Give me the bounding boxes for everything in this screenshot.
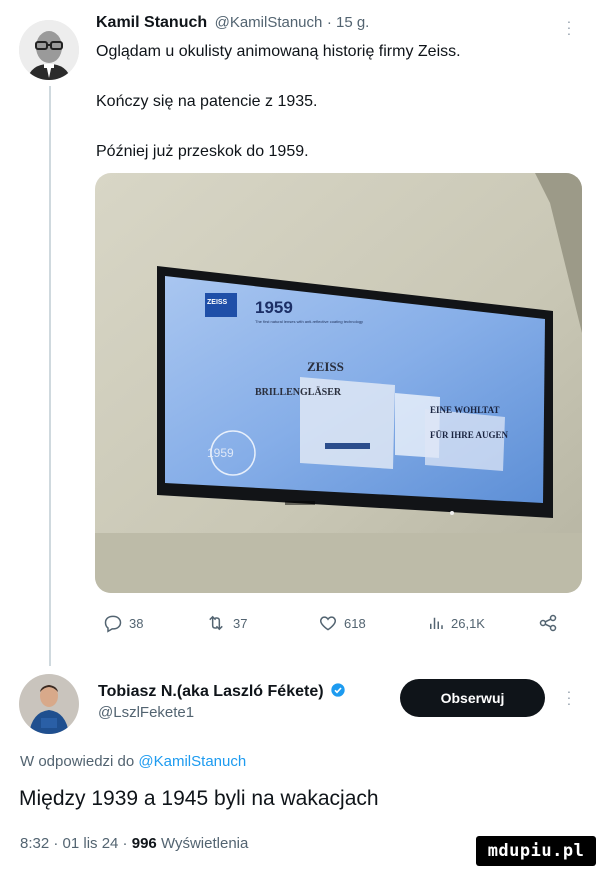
more-options-icon[interactable]: · · · [563, 14, 575, 40]
tweet-line-3: Później już przeskok do 1959. [96, 143, 309, 160]
tweet-photo[interactable]: ZEISS 1959 The first natural lenses with… [95, 173, 582, 593]
follow-button[interactable]: Obserwuj [400, 679, 545, 717]
reply-author-handle[interactable]: @LszlFekete1 [98, 704, 194, 721]
views-count: 26,1K [451, 615, 485, 631]
watermark-text: mdupiu.pl [487, 841, 585, 861]
retweet-action[interactable]: 37 [205, 613, 247, 633]
author-handle[interactable]: @KamilStanuch [215, 14, 323, 31]
tweet-header: Kamil Stanuch @KamilStanuch · 15 g. [96, 14, 536, 32]
tv-poster-text-4: FÜR IHRE AUGEN [430, 430, 509, 440]
tv-year: 1959 [255, 298, 293, 317]
share-icon [539, 614, 557, 632]
reply-meta-views-count: 996 [131, 835, 157, 852]
reply-author-name[interactable]: Tobiasz N.(aka Laszló Fékete) [98, 683, 324, 700]
reply-to-handle[interactable]: @KamilStanuch [138, 753, 246, 770]
reply-header: Tobiasz N.(aka Laszló Fékete) [98, 682, 346, 701]
reply-to-prefix: W odpowiedzi do [20, 753, 135, 770]
thread-line [49, 86, 51, 666]
like-action[interactable]: 618 [318, 613, 366, 633]
reply-more-options-icon[interactable]: · · · [563, 684, 575, 710]
retweet-icon [209, 615, 223, 631]
reply-meta-views-label: Wyświetlenia [160, 835, 249, 852]
tweet-line-1: Oglądam u okulisty animowaną historię fi… [96, 43, 461, 60]
reply-action[interactable]: 38 [103, 613, 143, 633]
reply-author-avatar[interactable] [19, 674, 79, 734]
reply-count: 38 [129, 615, 144, 631]
author-name[interactable]: Kamil Stanuch [96, 14, 207, 31]
views-action[interactable]: 26,1K [427, 613, 485, 633]
tv-bottom-year: 1959 [207, 446, 234, 460]
like-count: 618 [344, 615, 366, 631]
retweet-count: 37 [233, 615, 248, 631]
avatar-portrait-icon [19, 20, 79, 80]
tv-logo: ZEISS [207, 299, 228, 306]
views-chart-icon [430, 617, 443, 629]
heart-icon [319, 616, 337, 631]
watermark-logo: mdupiu.pl [476, 836, 596, 866]
reply-meta: 8:32 · 01 lis 24 · 996 Wyświetlenia [20, 835, 248, 852]
verified-badge-icon [331, 683, 345, 697]
tv-poster-text-3: EINE WOHLTAT [430, 405, 499, 415]
reply-to-line: W odpowiedzi do @KamilStanuch [20, 753, 246, 770]
reply-avatar-portrait-icon [19, 674, 79, 734]
tv-subtitle: The first natural lenses with anti-refle… [255, 319, 363, 324]
tv-poster-text-2: BRILLENGLÄSER [255, 385, 342, 398]
tweet-time[interactable]: · 15 g. [327, 14, 370, 31]
tweet-line-2: Kończy się na patencie z 1935. [96, 93, 318, 110]
tv-poster-text-1: ZEISS [307, 359, 344, 374]
share-action[interactable] [538, 613, 564, 633]
reply-text: Między 1939 a 1945 byli na wakacjach [19, 787, 379, 810]
reply-icon [104, 615, 122, 633]
tv-on-wall-image: ZEISS 1959 The first natural lenses with… [95, 173, 582, 593]
author-avatar[interactable] [19, 20, 79, 80]
reply-meta-time[interactable]: 8:32 · 01 lis 24 · [20, 835, 128, 852]
